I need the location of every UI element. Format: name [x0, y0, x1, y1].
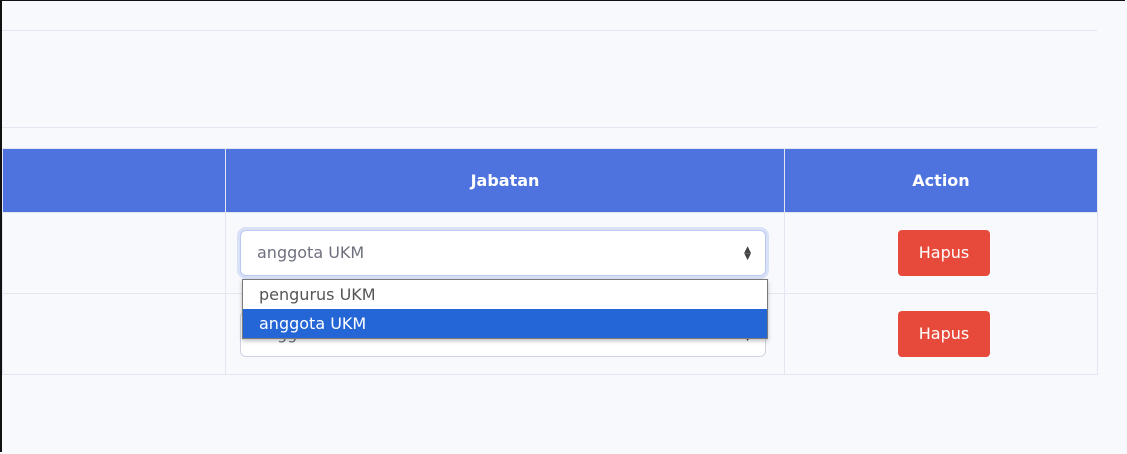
table-cell-partial	[2, 212, 226, 294]
divider	[2, 127, 1097, 128]
dropdown-option-anggota[interactable]: anggota UKM	[243, 309, 767, 338]
jabatan-select-value: anggota UKM	[257, 243, 365, 262]
hapus-button[interactable]: Hapus	[898, 311, 990, 357]
dropdown-option-pengurus[interactable]: pengurus UKM	[243, 280, 767, 309]
table-cell-partial	[2, 293, 226, 375]
column-header-jabatan: Jabatan	[225, 148, 785, 213]
jabatan-select[interactable]: anggota UKM ▲▼	[240, 230, 766, 276]
sort-arrows-icon: ▲▼	[744, 244, 751, 262]
members-table: Jabatan Action anggota UKM ▲▼ Hapus angg…	[2, 148, 1098, 375]
action-cell: Hapus	[784, 293, 1098, 375]
column-header-action: Action	[784, 148, 1098, 213]
jabatan-dropdown-list: pengurus UKM anggota UKM	[242, 279, 768, 339]
divider	[2, 30, 1097, 31]
table-header-row: Jabatan Action	[2, 148, 1098, 213]
action-cell: Hapus	[784, 212, 1098, 294]
column-header-partial	[2, 148, 226, 213]
hapus-button[interactable]: Hapus	[898, 230, 990, 276]
